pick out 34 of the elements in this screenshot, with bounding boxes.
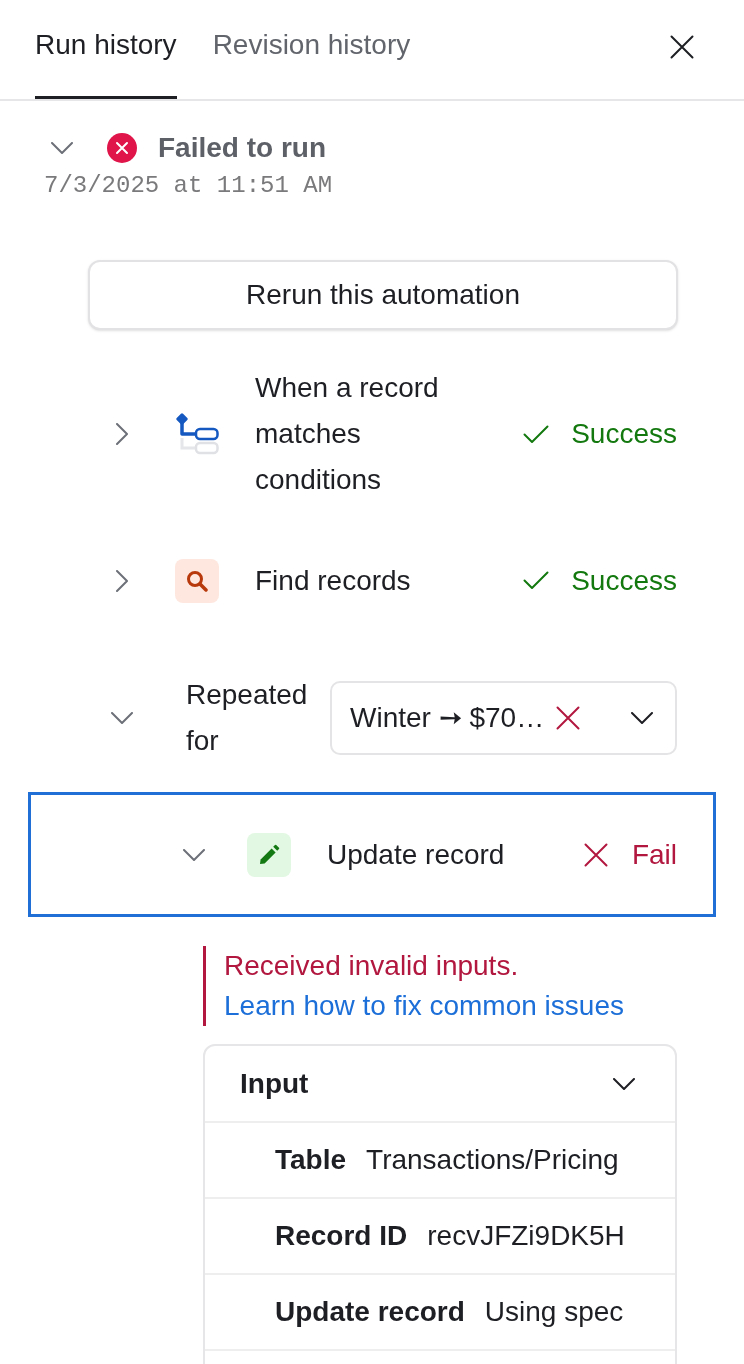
help-link[interactable]: Learn how to fix common issues [224, 986, 624, 1026]
step-label: Update record [327, 837, 505, 872]
field-value: Using spec [484, 1295, 624, 1329]
chevron-down-icon[interactable] [613, 1077, 635, 1090]
field-label: Table [275, 1143, 347, 1177]
step-row[interactable]: When a record matches conditions Success [28, 362, 716, 506]
rerun-button[interactable]: Rerun this automation [88, 260, 678, 330]
step-row[interactable]: Find records Success [28, 518, 716, 643]
step-label: Find records [255, 563, 411, 598]
error-message: Received invalid inputs. [224, 949, 519, 983]
status-label: Fail [631, 837, 677, 872]
field-label: Update record [275, 1295, 465, 1329]
status-label: Success [571, 417, 677, 451]
search-icon [175, 558, 219, 603]
step-row[interactable]: Update record Fail [28, 792, 716, 917]
run-status-title: Failed to run [158, 131, 326, 165]
chevron-down-icon[interactable] [631, 711, 653, 724]
step-row[interactable]: Repeated for Winter ➙ $70… [28, 655, 716, 780]
field-label: Record ID [275, 1219, 408, 1253]
field-value: recvJFZi9DK5H [427, 1219, 625, 1253]
tab[interactable]: Run history [35, 0, 177, 99]
tab[interactable]: Revision history [212, 0, 411, 99]
close-icon[interactable] [670, 34, 694, 59]
iteration-dropdown[interactable]: Winter ➙ $70… [330, 680, 677, 755]
step-label: Repeated for [186, 677, 309, 758]
run-timestamp: 7/3/2025 at 11:51 AM [44, 171, 333, 201]
chevron-right-icon[interactable] [116, 423, 128, 445]
chevron-right-icon[interactable] [116, 569, 128, 592]
field-value: Transactions/Pricing [366, 1143, 619, 1177]
diagram-icon [175, 412, 219, 456]
pencil-icon [247, 832, 291, 877]
status-label: Success [571, 563, 677, 598]
step-label: When a record matches conditions [255, 371, 440, 497]
section-title: Input [240, 1066, 309, 1101]
